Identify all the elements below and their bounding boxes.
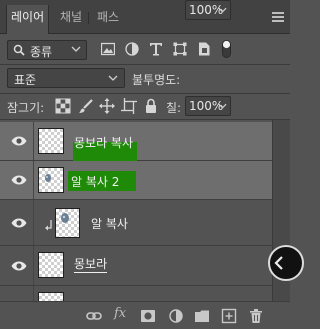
lock-image-pixels-icon[interactable] xyxy=(78,98,94,114)
layer-row[interactable]: 알 복사 2 xyxy=(0,161,272,200)
chevron-left-icon xyxy=(274,256,283,270)
chevron-down-icon xyxy=(108,75,118,81)
type-filter-icon[interactable] xyxy=(149,42,163,56)
divider xyxy=(0,93,290,94)
visibility-cell[interactable] xyxy=(0,286,34,301)
tab-channels[interactable]: 채널 xyxy=(56,8,86,34)
tab-paths[interactable]: 패스 xyxy=(93,8,123,34)
lock-label: 잠그기: xyxy=(7,101,45,115)
adjustment-filter-icon[interactable] xyxy=(125,42,139,56)
shape-filter-icon[interactable] xyxy=(173,42,187,56)
egg-icon xyxy=(61,213,69,223)
smart-object-filter-icon[interactable] xyxy=(197,42,211,56)
blend-mode-label: 표준 xyxy=(14,73,37,87)
blend-mode-select[interactable]: 표준 xyxy=(7,68,125,88)
lock-all-icon[interactable] xyxy=(143,98,159,114)
layer-row[interactable]: 알 복사 xyxy=(0,200,272,246)
search-icon xyxy=(13,44,25,56)
layer-thumbnail xyxy=(38,128,64,154)
opacity-label: 불투명도: xyxy=(132,73,181,87)
eye-icon[interactable] xyxy=(11,217,27,229)
fill-label: 칠: xyxy=(166,101,182,115)
opacity-input[interactable]: 100% xyxy=(185,0,231,20)
layer-thumbnail xyxy=(38,252,64,278)
layers-bottom-toolbar: fx xyxy=(0,301,290,329)
divider xyxy=(0,64,290,65)
chevron-down-icon[interactable] xyxy=(218,4,227,16)
filter-kind-select[interactable]: 종류 xyxy=(7,40,87,60)
egg-icon xyxy=(45,174,51,182)
fill-input[interactable]: 100% xyxy=(185,96,231,116)
layer-row[interactable]: 몽보라 복사 xyxy=(0,122,272,161)
layer-row[interactable]: 몽보라 xyxy=(0,246,272,286)
fx-icon[interactable]: fx xyxy=(114,306,126,321)
layer-name[interactable]: 알 복사 2 xyxy=(71,173,119,190)
panel-menu-icon[interactable] xyxy=(272,12,284,22)
lock-position-icon[interactable] xyxy=(99,98,115,114)
layer-name[interactable]: 몽보라 xyxy=(74,257,108,273)
lock-transparent-pixels-icon[interactable] xyxy=(55,98,71,114)
tab-separator xyxy=(88,12,89,24)
layer-name[interactable]: 알 복사 xyxy=(91,215,128,232)
tab-paths-label: 패스 xyxy=(97,10,120,24)
tab-layers-label: 레이어 xyxy=(11,10,45,24)
link-layers-icon[interactable] xyxy=(86,308,102,324)
floating-button[interactable] xyxy=(268,245,304,281)
add-mask-icon[interactable] xyxy=(140,308,156,324)
layer-thumbnail xyxy=(38,167,64,193)
tab-channels-label: 채널 xyxy=(60,10,83,24)
layer-name[interactable]: 몽보라 복사 xyxy=(74,134,133,151)
eye-icon[interactable] xyxy=(11,260,27,272)
lock-artboard-icon[interactable] xyxy=(121,98,137,114)
layers-list: 몽보라 복사 알 복사 2 알 복사 몽보라 xyxy=(0,120,272,301)
panel-tab-bar: 레이어 채널 패스 xyxy=(0,0,290,34)
eye-icon[interactable] xyxy=(11,135,27,147)
image-filter-icon[interactable] xyxy=(101,42,115,56)
filter-toggle-icon[interactable] xyxy=(222,40,231,58)
tab-layers[interactable]: 레이어 xyxy=(6,5,50,34)
delete-layer-icon[interactable] xyxy=(248,308,264,324)
chevron-down-icon xyxy=(71,46,81,52)
new-group-icon[interactable] xyxy=(194,308,210,324)
chevron-down-icon[interactable] xyxy=(218,100,227,112)
layer-thumbnail xyxy=(38,292,64,301)
layer-row[interactable] xyxy=(0,286,272,301)
adjustment-layer-icon[interactable] xyxy=(168,308,184,324)
clipping-mask-icon xyxy=(45,220,52,231)
new-layer-icon[interactable] xyxy=(221,308,237,324)
filter-kind-label: 종류 xyxy=(30,45,53,59)
layer-thumbnail xyxy=(55,208,80,238)
eye-icon[interactable] xyxy=(11,174,27,186)
